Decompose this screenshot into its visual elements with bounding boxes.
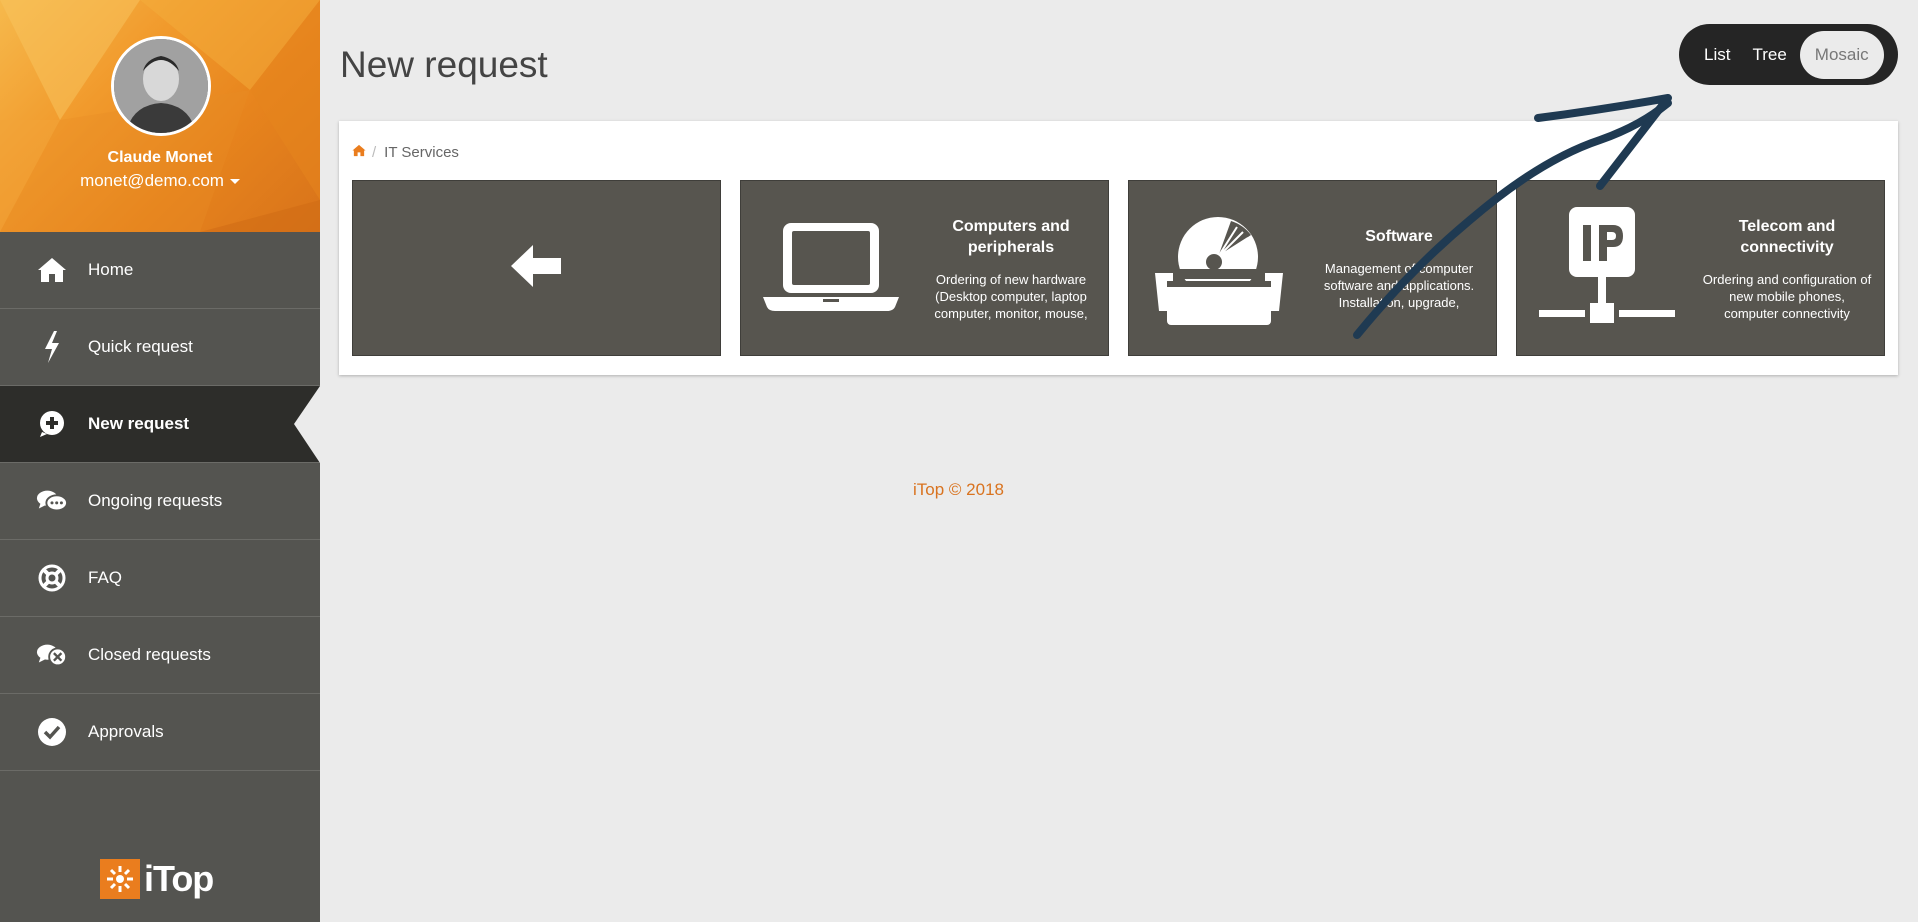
main-menu: Home Quick request New request Ongoing r…	[0, 232, 320, 771]
tile-description: Ordering and configuration of new mobile…	[1702, 272, 1872, 321]
software-box-icon	[1155, 217, 1283, 325]
menu-item-closed-requests[interactable]: Closed requests	[0, 617, 320, 694]
home-icon[interactable]	[352, 144, 366, 161]
avatar	[111, 36, 211, 136]
logo-text: iTop	[144, 858, 214, 899]
arrow-left-icon	[511, 245, 561, 287]
tile-telecom-and-connectivity[interactable]: Telecom and connectivity Ordering and co…	[1516, 180, 1885, 356]
chat-closed-icon	[36, 639, 68, 671]
menu-item-approvals[interactable]: Approvals	[0, 694, 320, 771]
tile-title: Telecom and connectivity	[1738, 218, 1836, 256]
view-mode-switch: List Tree Mosaic	[1679, 24, 1898, 85]
plus-circle-icon	[36, 408, 68, 440]
user-menu-toggle[interactable]: monet@demo.com	[0, 171, 320, 191]
breadcrumb-separator: /	[372, 144, 377, 161]
tile-back[interactable]	[352, 180, 721, 356]
tile-title: Computers and peripherals	[952, 218, 1070, 256]
menu-item-quick-request[interactable]: Quick request	[0, 309, 320, 386]
page-title: New request	[340, 44, 548, 85]
check-circle-icon	[36, 716, 68, 748]
home-icon	[36, 254, 68, 286]
view-list-button[interactable]: List	[1693, 31, 1741, 79]
caret-down-icon	[229, 179, 240, 185]
services-panel: / IT Services Computers and peripherals …	[339, 121, 1898, 375]
menu-item-label: New request	[88, 414, 190, 433]
tile-computers-and-peripherals[interactable]: Computers and peripherals Ordering of ne…	[740, 180, 1109, 356]
menu-item-label: Closed requests	[88, 645, 211, 664]
menu-item-ongoing-requests[interactable]: Ongoing requests	[0, 463, 320, 540]
tile-description: Management of computer software and appl…	[1323, 261, 1475, 310]
itop-logo: iTop	[100, 858, 214, 900]
view-mosaic-button[interactable]: Mosaic	[1799, 30, 1884, 79]
menu-item-label: FAQ	[88, 568, 123, 587]
laptop-icon	[763, 223, 899, 311]
lifebuoy-icon	[36, 562, 68, 594]
ip-network-icon	[1539, 207, 1675, 323]
user-name: Claude Monet	[107, 149, 213, 166]
view-tree-button[interactable]: Tree	[1741, 31, 1797, 79]
tile-title: Software	[1365, 228, 1433, 245]
user-email: monet@demo.com	[80, 171, 224, 190]
logo-mark-icon	[100, 859, 140, 899]
chat-bubbles-icon	[36, 485, 68, 517]
breadcrumb-current: IT Services	[384, 144, 459, 161]
bolt-icon	[36, 331, 68, 363]
breadcrumb: / IT Services	[352, 144, 459, 161]
user-profile-header: Claude Monet monet@demo.com	[0, 0, 320, 232]
sidebar: Claude Monet monet@demo.com Home Quick r…	[0, 0, 320, 922]
tile-description: Ordering of new hardware (Desktop comput…	[934, 272, 1088, 321]
tile-software[interactable]: Software Management of computer software…	[1128, 180, 1497, 356]
footer: iTop © 2018	[913, 480, 1004, 499]
menu-item-label: Approvals	[88, 722, 164, 741]
menu-item-label: Quick request	[88, 337, 193, 356]
menu-item-label: Ongoing requests	[88, 491, 223, 510]
menu-item-label: Home	[88, 260, 134, 279]
menu-item-home[interactable]: Home	[0, 232, 320, 309]
menu-item-faq[interactable]: FAQ	[0, 540, 320, 617]
menu-item-new-request[interactable]: New request	[0, 386, 320, 463]
